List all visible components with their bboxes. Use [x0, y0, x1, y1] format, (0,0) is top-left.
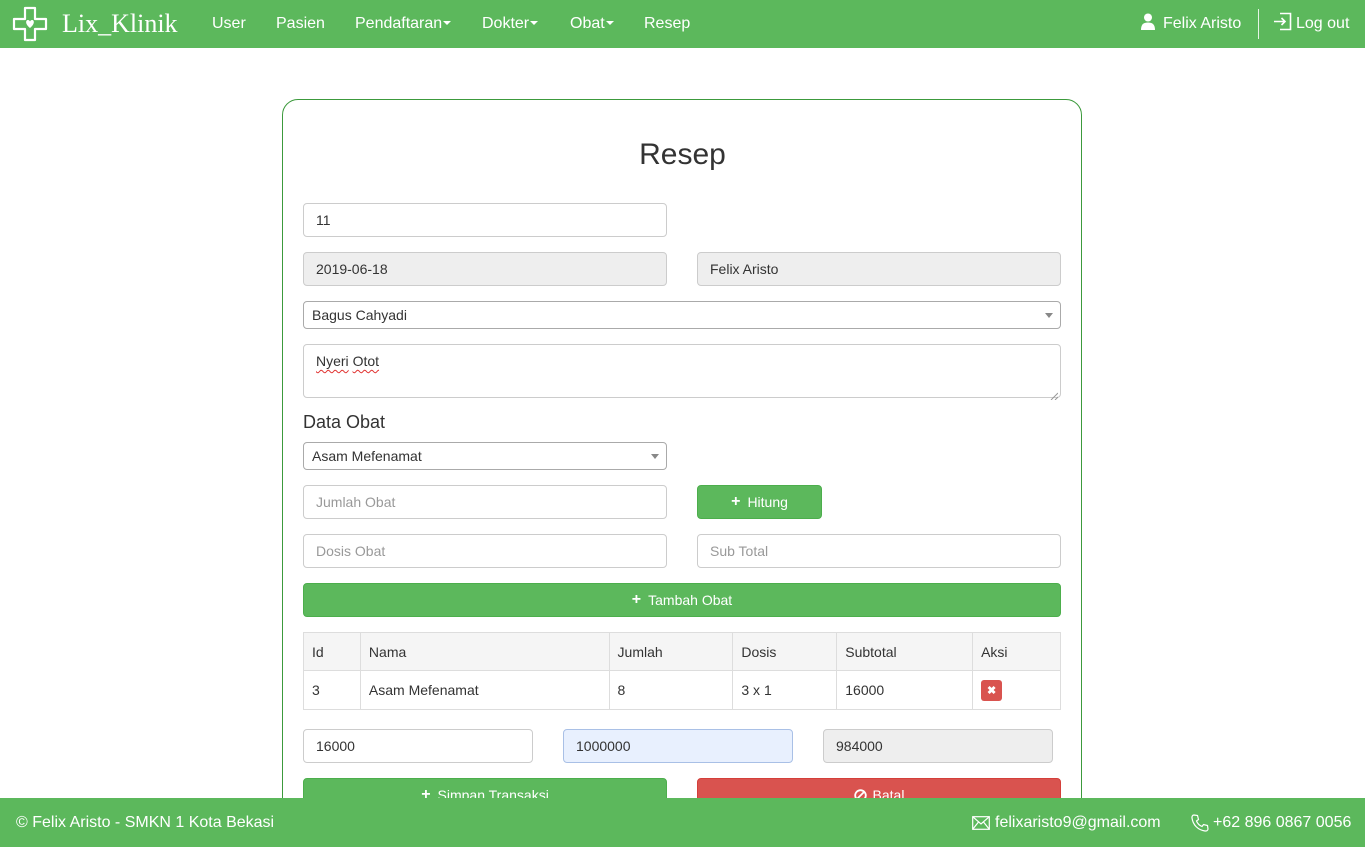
subtotal-input[interactable]: Sub Total	[697, 534, 1061, 568]
footer: © Felix Aristo - SMKN 1 Kota Bekasi feli…	[0, 798, 1365, 847]
resep-id-field[interactable]: 11	[303, 203, 667, 237]
keluhan-word: Nyeri	[316, 353, 349, 369]
logout-label: Log out	[1296, 15, 1350, 32]
column-header: Jumlah	[608, 632, 734, 671]
caret-down-icon	[530, 20, 539, 25]
tambah-obat-button[interactable]: + Tambah Obat	[303, 583, 1061, 617]
column-header: Dosis	[732, 632, 838, 671]
footer-phone-text: +62 896 0867 0056	[1213, 813, 1352, 831]
plus-icon: +	[631, 591, 642, 608]
page-title: Resep	[639, 138, 726, 171]
total-harga-field[interactable]: 16000	[303, 729, 533, 763]
nav-pendaftaran-label: Pendaftaran	[355, 15, 443, 32]
obat-table: Id Nama Jumlah Dosis Subtotal Aksi 3 Asa…	[303, 632, 1061, 710]
dosis-obat-input[interactable]: Dosis Obat	[303, 534, 667, 568]
column-header: Subtotal	[836, 632, 974, 671]
dropdown-arrow-icon	[651, 454, 659, 459]
user-icon	[1141, 13, 1155, 35]
nav-user[interactable]: User	[212, 0, 246, 48]
caret-down-icon	[605, 20, 614, 25]
logout-link[interactable]: Log out	[1273, 0, 1349, 48]
kembalian-field[interactable]: 984000	[823, 729, 1053, 763]
close-icon: ✖	[986, 684, 997, 697]
account-link[interactable]: Felix Aristo	[1141, 0, 1241, 48]
column-header: Aksi	[972, 632, 1061, 671]
nav-resep[interactable]: Resep	[644, 0, 690, 48]
nav-pasien-label: Pasien	[276, 15, 325, 32]
brand[interactable]: Lix_Klinik	[12, 6, 178, 42]
nav-obat-label: Obat	[570, 15, 605, 32]
hitung-label: Hitung	[747, 494, 788, 510]
hitung-button[interactable]: + Hitung	[697, 485, 822, 519]
phone-icon	[1191, 813, 1209, 832]
column-header: Id	[303, 632, 361, 671]
account-name: Felix Aristo	[1163, 15, 1242, 32]
table-cell: ✖	[972, 670, 1061, 710]
nav-dokter-dropdown[interactable]: Dokter	[482, 0, 539, 48]
nav-pasien[interactable]: Pasien	[276, 0, 325, 48]
brand-name: Lix_Klinik	[62, 9, 178, 38]
footer-phone[interactable]: +62 896 0867 0056	[1191, 798, 1351, 847]
envelope-icon	[972, 815, 990, 830]
nav-pendaftaran-dropdown[interactable]: Pendaftaran	[355, 0, 452, 48]
keluhan-textarea[interactable]: Nyeri Otot	[303, 344, 1061, 401]
plus-icon: +	[731, 493, 741, 510]
table-cell: 3 x 1	[732, 670, 838, 710]
table-header-row: Id Nama Jumlah Dosis Subtotal Aksi	[303, 632, 1061, 671]
nav-obat-dropdown[interactable]: Obat	[570, 0, 614, 48]
table-cell: Asam Mefenamat	[359, 670, 610, 710]
nav-user-label: User	[212, 15, 246, 32]
tambah-obat-label: Tambah Obat	[648, 592, 733, 608]
data-obat-heading: Data Obat	[303, 412, 386, 432]
obat-select[interactable]: Asam Mefenamat	[303, 442, 667, 470]
tanggal-field[interactable]: 2019-06-18	[303, 252, 667, 286]
table-cell: 8	[608, 670, 734, 710]
jumlah-obat-input[interactable]: Jumlah Obat	[303, 485, 667, 519]
nav-resep-label: Resep	[644, 15, 691, 32]
pasien-select[interactable]: Bagus Cahyadi	[303, 301, 1061, 329]
top-navbar: Lix_Klinik User Pasien Pendaftaran Dokte…	[0, 0, 1365, 48]
footer-email[interactable]: felixaristo9@gmail.com	[972, 798, 1161, 847]
caret-down-icon	[443, 20, 452, 25]
user-field[interactable]: Felix Aristo	[697, 252, 1061, 286]
delete-row-button[interactable]: ✖	[981, 679, 1003, 701]
logout-icon	[1273, 12, 1292, 36]
obat-selected-value: Asam Mefenamat	[312, 448, 422, 464]
footer-email-text: felixaristo9@gmail.com	[995, 813, 1161, 831]
column-header: Nama	[359, 632, 610, 671]
pasien-selected-value: Bagus Cahyadi	[312, 307, 407, 323]
table-row: 3 Asam Mefenamat 8 3 x 1 16000 ✖	[303, 670, 1061, 710]
keluhan-word: Otot	[352, 353, 380, 369]
dropdown-arrow-icon	[1045, 313, 1053, 318]
bayar-input[interactable]: 1000000	[563, 729, 793, 763]
nav-divider	[1258, 9, 1259, 39]
resize-handle-icon[interactable]	[1050, 387, 1059, 401]
nav-dokter-label: Dokter	[482, 15, 530, 32]
medical-cross-heart-icon	[12, 6, 48, 42]
table-cell: 3	[303, 670, 361, 710]
table-cell: 16000	[836, 670, 974, 710]
footer-copyright: © Felix Aristo - SMKN 1 Kota Bekasi	[16, 814, 275, 831]
